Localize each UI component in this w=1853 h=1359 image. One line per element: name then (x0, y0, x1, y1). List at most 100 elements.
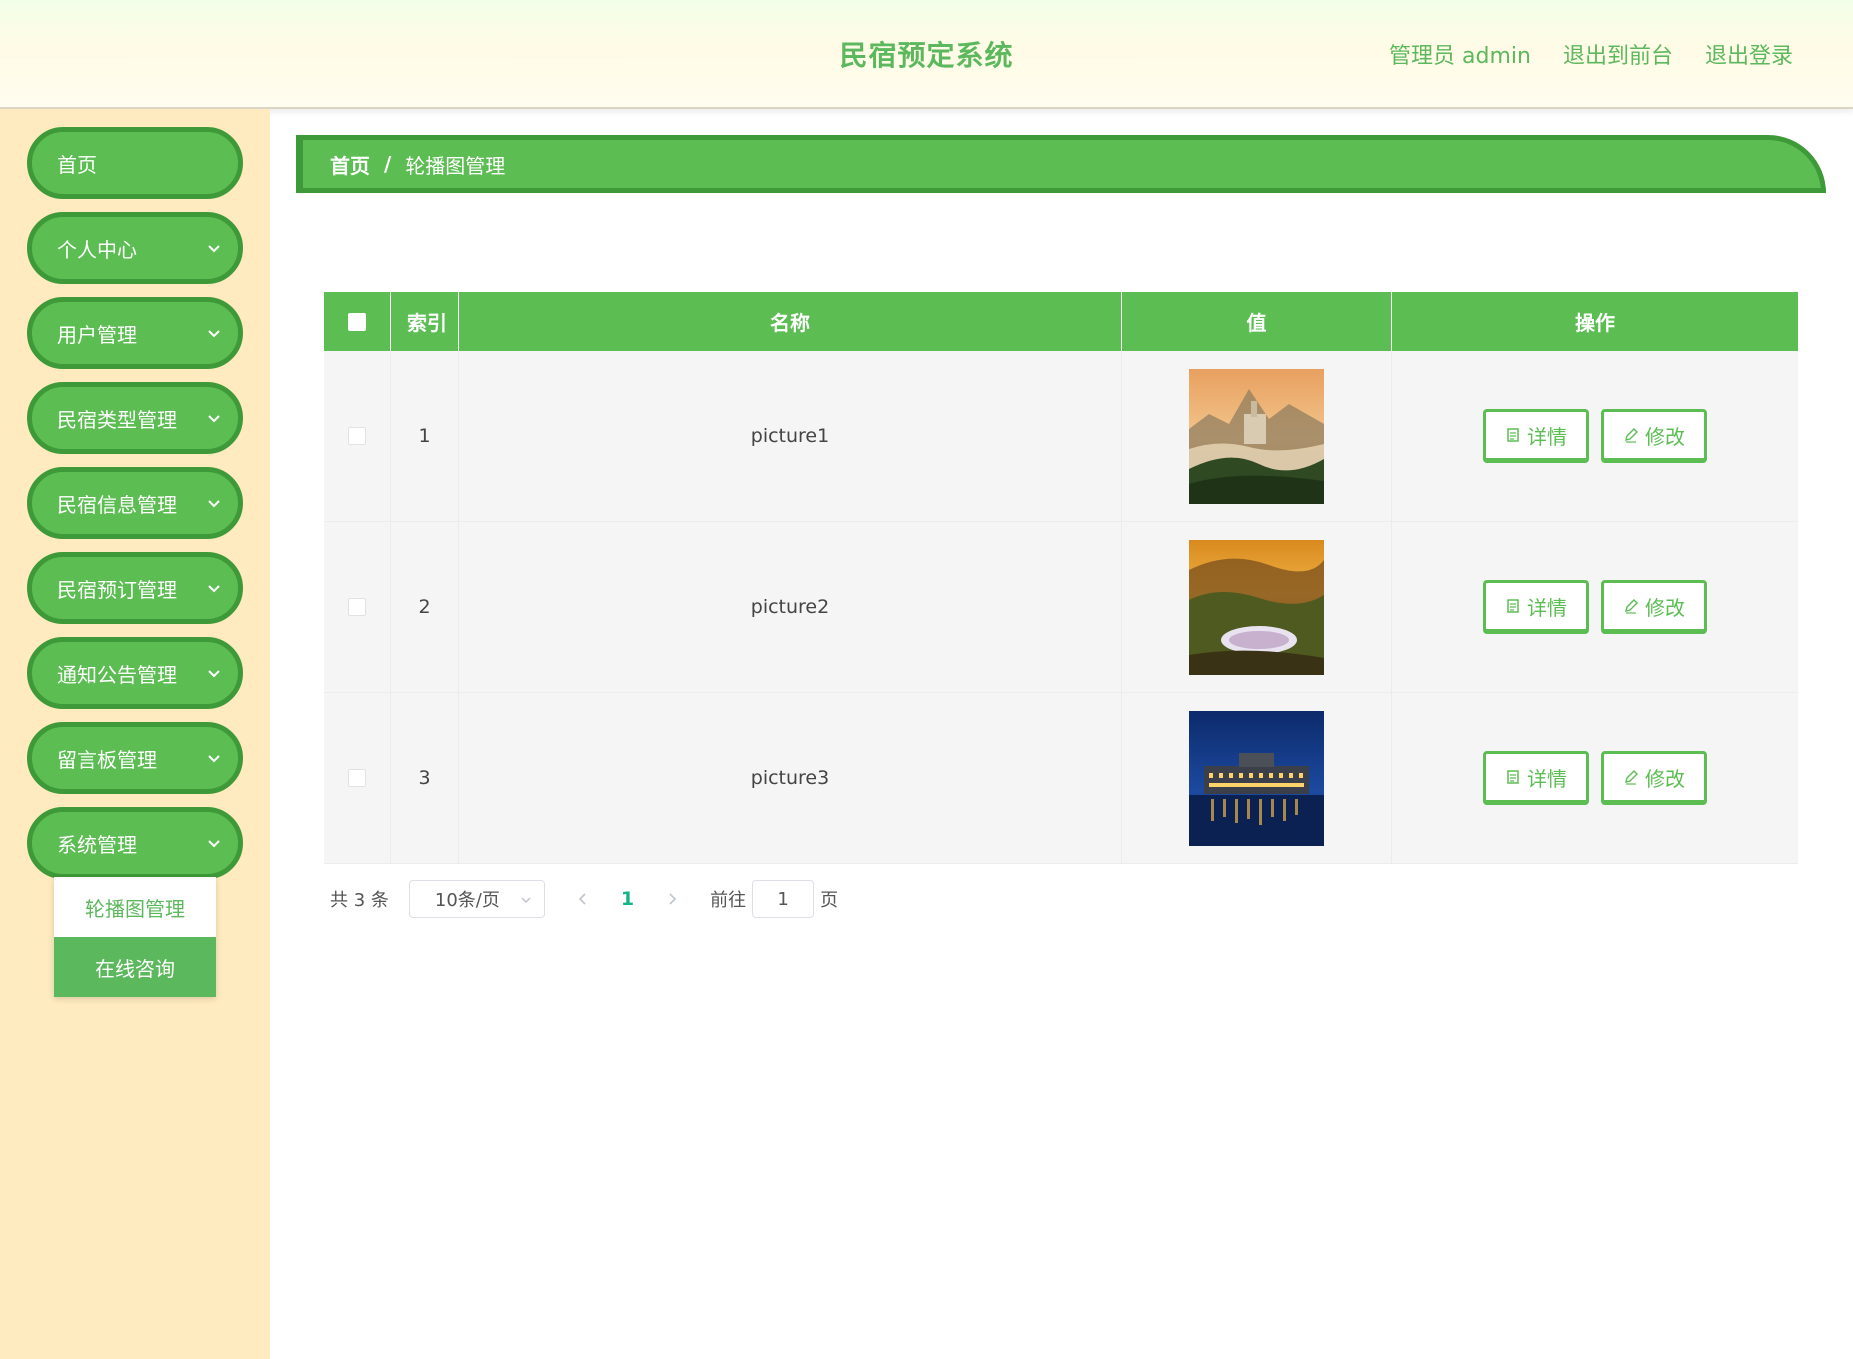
chevron-down-icon (208, 670, 220, 678)
document-icon (1507, 770, 1519, 784)
page-size-select[interactable]: 10条/页 (408, 880, 545, 918)
row-select-cell (324, 351, 391, 521)
sidebar-item-label: 个人中心 (57, 237, 137, 262)
sidebar-item-user-management[interactable]: 用户管理 (27, 297, 243, 369)
logout-link[interactable]: 退出登录 (1705, 38, 1793, 70)
edit-icon (1625, 428, 1638, 443)
edit-label: 修改 (1645, 424, 1685, 449)
carousel-image-thumbnail (1189, 539, 1324, 675)
prev-page-button[interactable] (573, 889, 593, 909)
row-index: 3 (391, 693, 459, 863)
admin-user-link[interactable]: 管理员 admin (1389, 38, 1531, 70)
column-header-index: 索引 (391, 292, 459, 351)
sidebar-item-label: 留言板管理 (57, 747, 157, 772)
detail-label: 详情 (1527, 424, 1567, 449)
edit-button[interactable]: 修改 (1601, 580, 1707, 634)
detail-label: 详情 (1527, 766, 1567, 791)
sidebar-item-label: 民宿预订管理 (57, 577, 177, 602)
row-actions: 详情 修改 (1392, 693, 1798, 863)
chevron-down-icon (208, 245, 220, 253)
row-actions: 详情 修改 (1392, 351, 1798, 521)
sidebar-item-homestay-type[interactable]: 民宿类型管理 (27, 382, 243, 454)
sidebar-item-home[interactable]: 首页 (27, 127, 243, 199)
submenu-item-online-consult[interactable]: 在线咨询 (54, 937, 216, 997)
sidebar-item-label: 系统管理 (57, 832, 137, 857)
chevron-down-icon (208, 585, 220, 593)
edit-button[interactable]: 修改 (1601, 751, 1707, 805)
top-header: 民宿预定系统 管理员 admin 退出到前台 退出登录 (0, 0, 1853, 109)
row-checkbox[interactable] (348, 427, 366, 445)
sidebar-item-label: 通知公告管理 (57, 662, 177, 687)
table-row: 3 picture3 详情 修改 (324, 693, 1798, 864)
exit-to-front-link[interactable]: 退出到前台 (1563, 38, 1673, 70)
sidebar-item-message-board[interactable]: 留言板管理 (27, 722, 243, 794)
chevron-down-icon (208, 500, 220, 508)
sidebar-item-personal-center[interactable]: 个人中心 (27, 212, 243, 284)
chevron-left-icon (578, 893, 586, 905)
sidebar-item-label: 民宿类型管理 (57, 407, 177, 432)
detail-button[interactable]: 详情 (1483, 409, 1589, 463)
table-row: 2 picture2 详情 修改 (324, 522, 1798, 693)
detail-button[interactable]: 详情 (1483, 751, 1589, 805)
page-number-current[interactable]: 1 (621, 888, 634, 910)
table-row: 1 picture1 详情 修改 (324, 351, 1798, 522)
sidebar: 首页 个人中心 用户管理 民宿类型管理 民宿信息管理 民宿预订管理 通知公告管理… (0, 109, 270, 1359)
row-actions: 详情 修改 (1392, 522, 1798, 692)
select-all-checkbox[interactable] (348, 312, 366, 331)
pagination: 共 3 条 10条/页 1 前往 页 (330, 880, 838, 918)
sidebar-item-homestay-info[interactable]: 民宿信息管理 (27, 467, 243, 539)
sidebar-item-label: 民宿信息管理 (57, 492, 177, 517)
column-header-value: 值 (1122, 292, 1392, 351)
row-index: 1 (391, 351, 459, 521)
carousel-image-thumbnail (1189, 368, 1324, 504)
row-name: picture3 (459, 693, 1122, 863)
goto-page-input[interactable] (752, 880, 815, 918)
row-name: picture2 (459, 522, 1122, 692)
column-header-actions: 操作 (1575, 311, 1615, 335)
row-value (1122, 693, 1392, 863)
breadcrumb-separator: / (384, 152, 392, 176)
table-header: 索引 名称 值 操作 (324, 292, 1798, 351)
goto-label: 前往 (710, 890, 747, 911)
sidebar-item-homestay-booking[interactable]: 民宿预订管理 (27, 552, 243, 624)
chevron-down-icon (521, 897, 531, 904)
row-select-cell (324, 693, 391, 863)
sidebar-item-system[interactable]: 系统管理 (27, 807, 243, 879)
header-select-cell (324, 292, 391, 351)
edit-label: 修改 (1645, 595, 1685, 620)
document-icon (1507, 599, 1519, 613)
row-checkbox[interactable] (348, 769, 366, 787)
breadcrumb-current: 轮播图管理 (405, 153, 506, 178)
carousel-image-thumbnail (1189, 710, 1324, 846)
row-value (1122, 351, 1392, 521)
carousel-table: 索引 名称 值 操作 1 picture1 详情 修改 2 picture2 详… (324, 292, 1798, 864)
detail-button[interactable]: 详情 (1483, 580, 1589, 634)
chevron-down-icon (208, 755, 220, 763)
row-select-cell (324, 522, 391, 692)
breadcrumb-home[interactable]: 首页 (330, 150, 370, 179)
edit-button[interactable]: 修改 (1601, 409, 1707, 463)
row-checkbox[interactable] (348, 598, 366, 616)
row-name: picture1 (459, 351, 1122, 521)
sidebar-item-label: 首页 (57, 152, 97, 177)
breadcrumb: 首页 / 轮播图管理 (296, 135, 1826, 193)
total-count: 共 3 条 (330, 890, 389, 911)
chevron-down-icon (208, 840, 220, 848)
header-links: 管理员 admin 退出到前台 退出登录 (1389, 38, 1793, 70)
document-icon (1507, 428, 1519, 442)
row-index: 2 (391, 522, 459, 692)
chevron-down-icon (208, 330, 220, 338)
sidebar-item-notice[interactable]: 通知公告管理 (27, 637, 243, 709)
table-body: 1 picture1 详情 修改 2 picture2 详情 修改 3 pict… (324, 351, 1798, 864)
sidebar-item-label: 用户管理 (57, 322, 137, 347)
edit-label: 修改 (1645, 766, 1685, 791)
submenu-item-carousel[interactable]: 轮播图管理 (54, 877, 216, 937)
page-size-value: 10条/页 (434, 890, 500, 911)
row-value (1122, 522, 1392, 692)
chevron-down-icon (208, 415, 220, 423)
edit-icon (1625, 770, 1638, 785)
chevron-right-icon (669, 893, 677, 905)
goto-suffix: 页 (820, 890, 839, 911)
next-page-button[interactable] (662, 889, 682, 909)
column-header-name: 名称 (459, 292, 1122, 351)
